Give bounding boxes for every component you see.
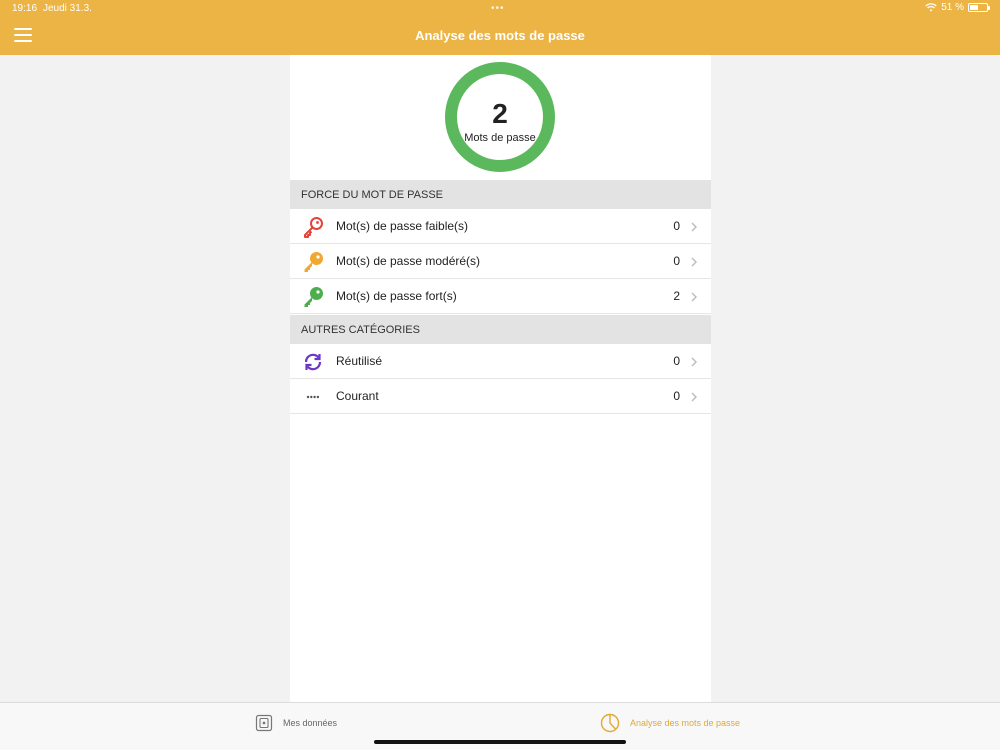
chevron-right-icon — [691, 257, 697, 267]
strong-passwords-label: Mot(s) de passe fort(s) — [336, 289, 457, 303]
password-count-label: Mots de passe — [464, 132, 536, 144]
page-title: Analyse des mots de passe — [415, 28, 585, 43]
status-right: 51 % — [925, 2, 990, 13]
status-date: Jeudi 31.3. — [43, 3, 92, 14]
moderate-passwords-count: 0 — [673, 254, 680, 268]
status-time: 19:16 — [12, 3, 38, 14]
strength-section-header: FORCE DU MOT DE PASSE — [290, 180, 711, 209]
password-count-ring: 2 Mots de passe — [444, 61, 556, 173]
top-bar: 19:16 Jeudi 31.3. ••• 51 % Analyse des m… — [0, 0, 1000, 55]
battery-level — [970, 5, 978, 10]
tab-password-analysis-label: Analyse des mots de passe — [630, 718, 741, 728]
refresh-icon — [304, 353, 322, 371]
tab-my-data[interactable]: Mes données — [255, 713, 337, 733]
strong-passwords-count: 2 — [673, 289, 680, 303]
reused-passwords-count: 0 — [673, 354, 680, 368]
chevron-right-icon — [691, 392, 697, 402]
password-count: 2 — [492, 98, 508, 129]
battery-percent: 51 % — [941, 2, 964, 13]
moderate-passwords-row[interactable]: Mot(s) de passe modéré(s) 0 — [290, 244, 711, 279]
weak-passwords-count: 0 — [673, 219, 680, 233]
other-section-header: AUTRES CATÉGORIES — [290, 315, 711, 344]
vault-icon — [255, 714, 273, 732]
weak-passwords-label: Mot(s) de passe faible(s) — [336, 219, 469, 233]
moderate-passwords-label: Mot(s) de passe modéré(s) — [336, 254, 481, 268]
multitasking-dots-icon[interactable]: ••• — [491, 3, 505, 14]
reused-passwords-label: Réutilisé — [336, 354, 383, 368]
analysis-clock-icon — [600, 713, 620, 733]
strong-passwords-row[interactable]: Mot(s) de passe fort(s) 2 — [290, 279, 711, 314]
common-passwords-count: 0 — [673, 389, 680, 403]
common-passwords-label: Courant — [336, 389, 379, 403]
tab-password-analysis[interactable]: Analyse des mots de passe — [600, 713, 740, 733]
wifi-icon — [925, 3, 937, 12]
weak-passwords-row[interactable]: Mot(s) de passe faible(s) 0 — [290, 209, 711, 244]
password-dots-icon — [306, 395, 320, 399]
reused-passwords-row[interactable]: Réutilisé 0 — [290, 344, 711, 379]
chevron-right-icon — [691, 222, 697, 232]
common-passwords-row[interactable]: Courant 0 — [290, 379, 711, 414]
key-green-icon — [304, 287, 323, 307]
battery-icon — [968, 3, 990, 12]
home-indicator[interactable] — [374, 740, 626, 744]
key-orange-icon — [304, 252, 323, 272]
analysis-panel: 2 Mots de passe FORCE DU MOT DE PASSE Mo… — [290, 55, 711, 702]
tab-my-data-label: Mes données — [283, 718, 338, 728]
key-red-icon — [304, 217, 323, 238]
chevron-right-icon — [691, 292, 697, 302]
chevron-right-icon — [691, 357, 697, 367]
